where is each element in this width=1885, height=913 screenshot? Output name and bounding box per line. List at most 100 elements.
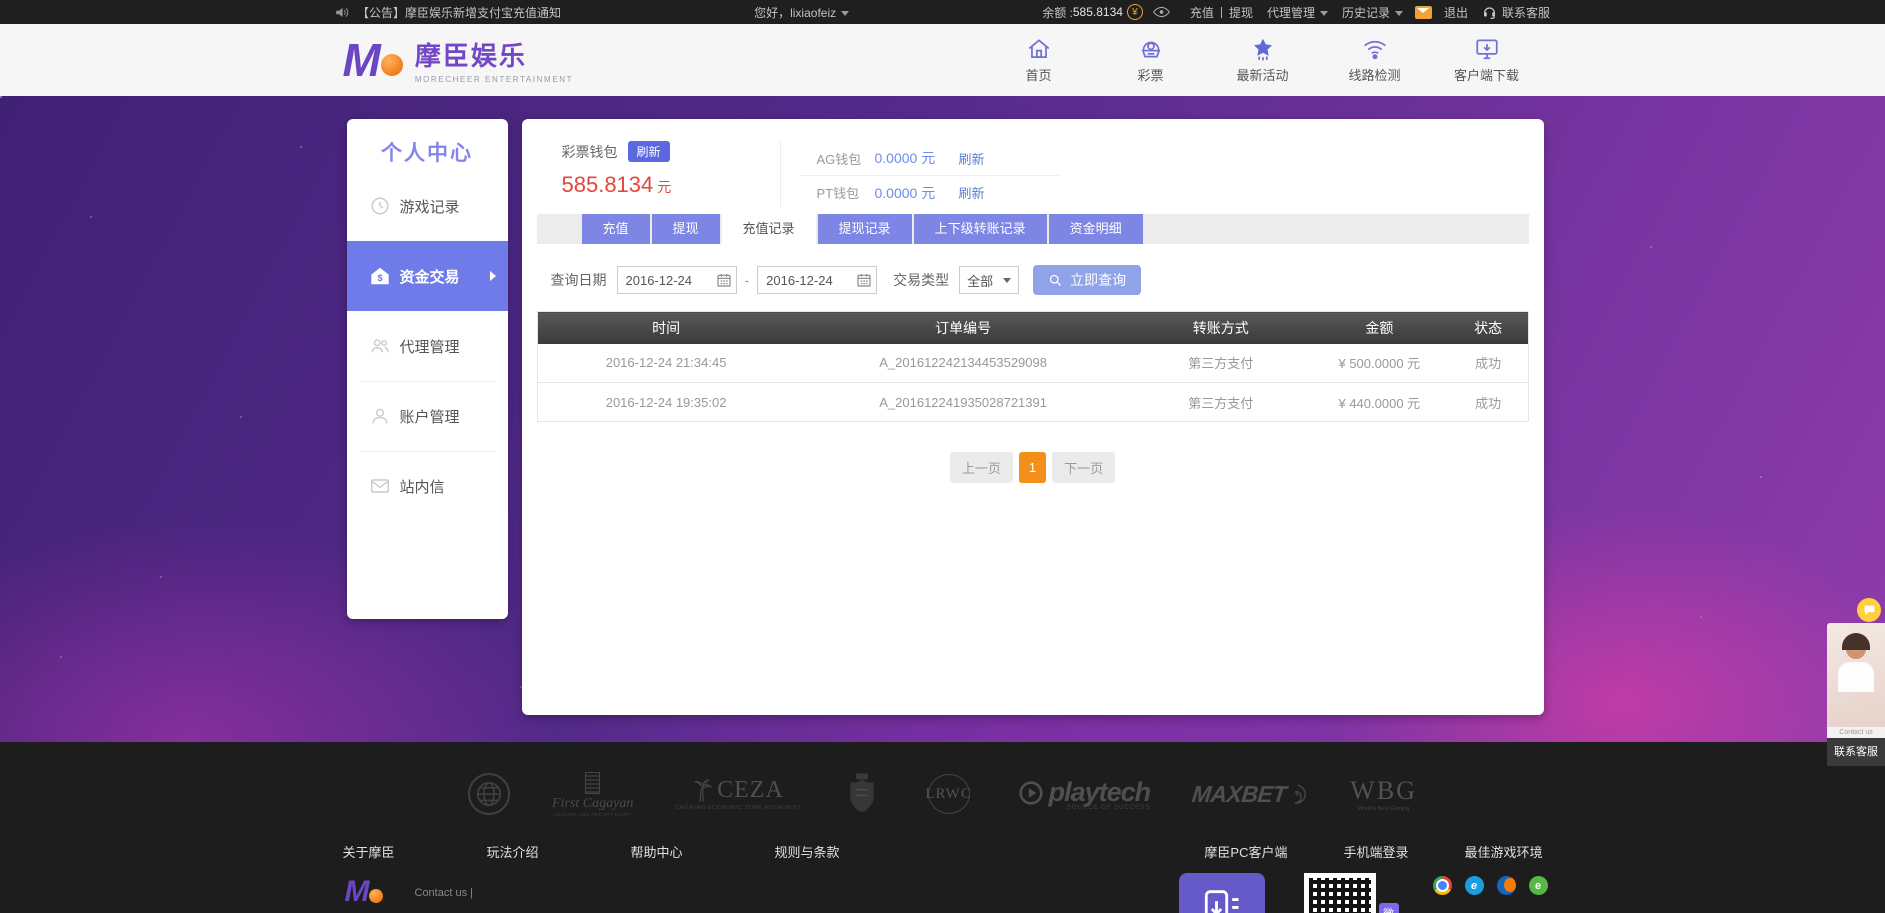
withdraw-link[interactable]: 提现 — [1229, 4, 1253, 21]
current-page-button[interactable]: 1 — [1019, 452, 1046, 483]
tab-withdraw[interactable]: 提现 — [652, 214, 720, 244]
chat-bubble-icon[interactable] — [1857, 598, 1881, 622]
crest-logo — [844, 772, 880, 816]
lottery-wallet-refresh-button[interactable]: 刷新 — [628, 141, 670, 162]
footer-link-help[interactable]: 帮助中心 — [631, 842, 683, 861]
divider — [1221, 7, 1222, 18]
svg-text:$: $ — [377, 273, 382, 283]
divider — [780, 141, 781, 207]
footer-link-howto[interactable]: 玩法介绍 — [487, 842, 539, 861]
type-select-value: 全部 — [967, 271, 993, 290]
sidebar-item-label: 账户管理 — [400, 406, 460, 427]
browser-360-icon: e — [1529, 876, 1548, 895]
ag-wallet-refresh-link[interactable]: 刷新 — [959, 149, 985, 168]
logo-ball-icon — [369, 889, 383, 903]
footer-link-mobile[interactable]: 手机端登录 — [1343, 842, 1408, 861]
cell-amount: ¥ 500.0000 元 — [1310, 344, 1449, 383]
nav-home-label: 首页 — [1025, 68, 1051, 83]
footer-link-pc-client[interactable]: 摩臣PC客户端 — [1204, 842, 1287, 861]
yen-glyph: ¥ — [1132, 7, 1138, 18]
nav-activity[interactable]: 最新活动 — [1207, 36, 1319, 85]
sidebar-item-label: 游戏记录 — [400, 196, 460, 217]
cell-method: 第三方支付 — [1132, 344, 1310, 383]
search-button[interactable]: 立即查询 — [1033, 265, 1141, 295]
download-icon — [1474, 36, 1500, 62]
footer-link-about[interactable]: 关于摩臣 — [343, 842, 395, 861]
sidebar-item-label: 资金交易 — [400, 266, 460, 287]
ag-wallet-row: AG钱包 0.0000 元 刷新 — [799, 141, 1059, 175]
brand-name-en: MORECHEER ENTERTAINMENT — [415, 75, 573, 84]
sidebar-item-agent[interactable]: 代理管理 — [347, 311, 508, 381]
partner-logos: First Cagayan LEISURE AND RESORT CORP. C… — [0, 742, 1885, 826]
clock-icon — [369, 195, 391, 217]
lrwc-logo: LRWC — [922, 772, 976, 816]
next-page-button[interactable]: 下一页 — [1052, 452, 1115, 483]
eye-icon[interactable] — [1153, 6, 1170, 18]
calendar-icon[interactable] — [716, 272, 732, 288]
star-icon — [1250, 36, 1276, 62]
palm-icon — [693, 778, 713, 804]
topbar: 【公告】摩臣娱乐新增支付宝充值通知 您好，lixiaofeiz 余额 : 585… — [0, 0, 1885, 24]
balance-label: 余额 : — [1042, 4, 1073, 21]
envelope-icon — [369, 475, 391, 497]
nav-line-check[interactable]: 线路检测 — [1319, 36, 1431, 85]
sidebar-item-funds[interactable]: $ 资金交易 — [347, 241, 508, 311]
announcement-text[interactable]: 【公告】摩臣娱乐新增支付宝充值通知 — [357, 4, 561, 21]
nav-client-download[interactable]: 客户端下载 — [1431, 36, 1543, 85]
pc-client-download-button[interactable] — [1179, 873, 1265, 913]
service-agent-photo — [1827, 623, 1885, 727]
service-widget[interactable]: Contact us 联系客服 — [1827, 598, 1885, 766]
footer-link-rules[interactable]: 规则与条款 — [775, 842, 840, 861]
tab-recharge[interactable]: 充值 — [582, 214, 650, 244]
logout-link[interactable]: 退出 — [1444, 4, 1468, 21]
tab-fund-details[interactable]: 资金明细 — [1049, 214, 1143, 244]
brand-logo[interactable]: M 摩臣娱乐 MORECHEER ENTERTAINMENT — [343, 36, 574, 84]
recharge-link[interactable]: 充值 — [1190, 4, 1214, 21]
signal-icon — [1362, 36, 1388, 62]
chevron-down-icon[interactable] — [841, 11, 849, 16]
footer-link-best-env: 最佳游戏环境 — [1464, 842, 1542, 861]
tab-transfer-records[interactable]: 上下级转账记录 — [914, 214, 1047, 244]
chevron-down-icon — [1003, 278, 1011, 283]
query-bar: 查询日期 - 交易类型 全部 — [537, 265, 1529, 295]
calendar-icon[interactable] — [856, 272, 872, 288]
agent-menu[interactable]: 代理管理 — [1267, 4, 1328, 21]
col-order-no: 订单编号 — [795, 312, 1132, 344]
pagination: 上一页 1 下一页 — [522, 452, 1544, 483]
browser-icons: e e — [1433, 876, 1548, 895]
sidebar-item-game-records[interactable]: 游戏记录 — [347, 171, 508, 241]
sidebar-title: 个人中心 — [347, 119, 508, 171]
history-menu[interactable]: 历史记录 — [1342, 4, 1403, 21]
footer-links: 关于摩臣 玩法介绍 帮助中心 规则与条款 摩臣PC客户端 手机端登录 最佳游戏环… — [343, 842, 1543, 861]
widget-contact-en: Contact us — [1827, 727, 1885, 738]
col-status: 状态 — [1449, 312, 1528, 344]
tab-recharge-records[interactable]: 充值记录 — [722, 214, 816, 244]
records-table: 时间 订单编号 转账方式 金额 状态 2016-12-24 21:34:45 A… — [537, 311, 1529, 422]
wbg-logo: WBG World's Best Gaming — [1350, 776, 1417, 812]
play-circle-icon — [1018, 780, 1044, 806]
type-select[interactable]: 全部 — [959, 266, 1019, 294]
sidebar-item-account[interactable]: 账户管理 — [347, 381, 508, 451]
sidebar-item-mail[interactable]: 站内信 — [347, 451, 508, 521]
widget-contact-cn[interactable]: 联系客服 — [1827, 738, 1885, 766]
contact-service-link[interactable]: 联系客服 — [1502, 4, 1550, 21]
refresh-balance-icon[interactable]: ¥ — [1127, 4, 1143, 20]
history-menu-label: 历史记录 — [1342, 6, 1390, 20]
pt-wallet-refresh-link[interactable]: 刷新 — [959, 183, 985, 202]
cell-order-no: A_201612241935028721391 — [795, 383, 1132, 422]
nav-lottery[interactable]: 彩票 — [1095, 36, 1207, 85]
nav-activity-label: 最新活动 — [1236, 68, 1288, 83]
pt-wallet-value: 0.0000 元 — [875, 183, 959, 203]
main-nav: 首页 彩票 最新活动 线路检测 客户端下载 — [983, 36, 1543, 85]
username-link[interactable]: lixiaofeiz — [790, 6, 836, 20]
nav-home[interactable]: 首页 — [983, 36, 1095, 85]
mail-icon[interactable] — [1415, 6, 1432, 19]
nav-client-download-label: 客户端下载 — [1454, 68, 1519, 83]
prev-page-button[interactable]: 上一页 — [950, 452, 1013, 483]
ornament-icon — [585, 772, 600, 794]
search-icon — [1048, 273, 1063, 288]
col-method: 转账方式 — [1132, 312, 1310, 344]
tab-withdraw-records[interactable]: 提现记录 — [818, 214, 912, 244]
agent-menu-label: 代理管理 — [1267, 6, 1315, 20]
table-row: 2016-12-24 21:34:45 A_201612242134453529… — [537, 344, 1528, 383]
